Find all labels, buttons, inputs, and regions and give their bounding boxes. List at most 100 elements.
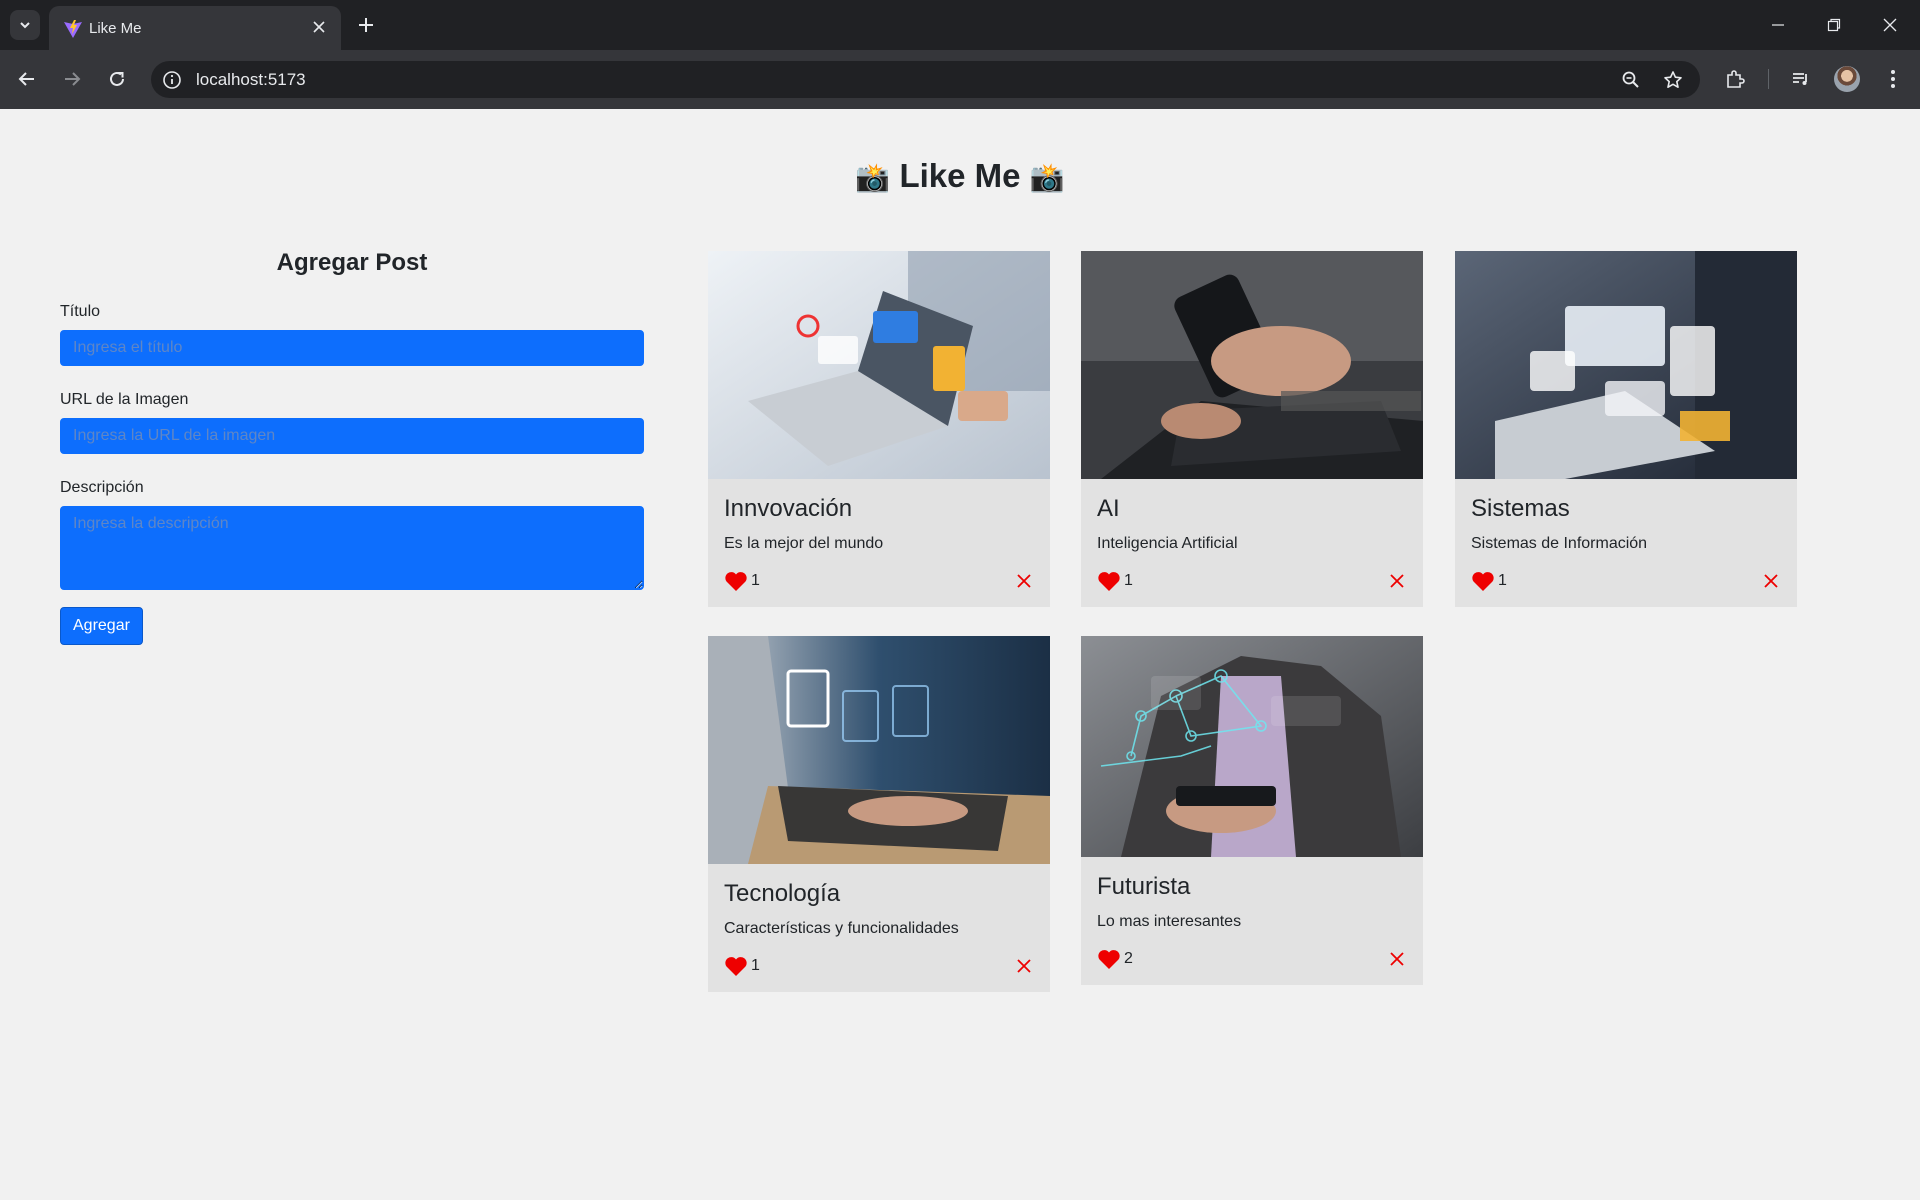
heart-icon[interactable] (724, 956, 748, 977)
zoom-button[interactable] (1619, 68, 1643, 92)
like-control: 1 (1097, 571, 1133, 592)
post-image (708, 251, 1050, 479)
close-icon (1764, 574, 1778, 588)
close-icon (1017, 574, 1031, 588)
post-title: AI (1097, 495, 1120, 522)
page-title: 📸 Like Me 📸 (0, 157, 1920, 195)
post-card-body: Sistemas Sistemas de Información 1 (1455, 479, 1797, 607)
reload-button[interactable] (100, 62, 134, 96)
plus-icon (359, 18, 373, 32)
browser-tab[interactable]: Like Me (49, 6, 341, 50)
add-post-form: Agregar Post Título URL de la Imagen Des… (60, 249, 644, 645)
like-control: 2 (1097, 949, 1133, 970)
close-icon (313, 21, 325, 33)
delete-post-button[interactable] (1761, 571, 1781, 591)
more-vertical-icon (1891, 70, 1895, 88)
camera-icon: 📸 (855, 162, 891, 193)
restore-button[interactable] (1806, 0, 1862, 50)
toolbar-separator (1768, 69, 1769, 89)
heart-icon[interactable] (1471, 571, 1495, 592)
post-description: Sistemas de Información (1471, 535, 1648, 552)
post-footer: 1 (724, 954, 1034, 978)
post-description: Características y funcionalidades (724, 920, 959, 937)
post-card: Tecnología Características y funcionalid… (708, 636, 1050, 992)
post-description: Lo mas interesantes (1097, 913, 1242, 930)
back-button[interactable] (10, 62, 44, 96)
media-controls-button[interactable] (1786, 64, 1816, 94)
post-footer: 2 (1097, 947, 1407, 971)
close-icon (1390, 574, 1404, 588)
post-image (708, 636, 1050, 864)
post-card: Innvovación Es la mejor del mundo 1 (708, 251, 1050, 607)
profile-avatar[interactable] (1834, 66, 1860, 92)
delete-post-button[interactable] (1014, 571, 1034, 591)
post-card: Futurista Lo mas interesantes 2 (1081, 636, 1423, 985)
post-footer: 1 (724, 569, 1034, 593)
post-card-body: Tecnología Características y funcionalid… (708, 864, 1050, 992)
zoom-icon (1622, 71, 1639, 88)
star-icon (1664, 71, 1682, 88)
like-count: 1 (1498, 572, 1507, 589)
like-count: 2 (1124, 950, 1133, 967)
close-icon (1390, 952, 1404, 966)
camera-icon: 📸 (1029, 162, 1065, 193)
reload-icon (110, 71, 124, 86)
image-url-input[interactable] (60, 418, 644, 454)
description-label: Descripción (60, 479, 144, 496)
minimize-icon (1772, 24, 1784, 26)
extensions-button[interactable] (1720, 64, 1750, 94)
post-title: Futurista (1097, 873, 1191, 900)
heart-icon[interactable] (724, 571, 748, 592)
new-tab-button[interactable] (352, 11, 380, 39)
browser-tab-strip: Like Me (0, 0, 1920, 50)
post-footer: 1 (1097, 569, 1407, 593)
forward-button[interactable] (55, 62, 89, 96)
title-input[interactable] (60, 330, 644, 366)
tab-title: Like Me (89, 20, 142, 37)
description-textarea[interactable] (60, 506, 644, 590)
title-label: Título (60, 303, 101, 320)
puzzle-icon (1727, 70, 1745, 88)
heart-icon[interactable] (1097, 571, 1121, 592)
post-image (1081, 636, 1423, 857)
arrow-right-icon (65, 72, 81, 86)
browser-menu-button[interactable] (1878, 64, 1908, 94)
close-window-button[interactable] (1862, 0, 1918, 50)
page-title-text: Like Me (899, 157, 1021, 194)
post-card-body: AI Inteligencia Artificial 1 (1081, 479, 1423, 607)
post-title: Innvovación (724, 495, 853, 522)
delete-post-button[interactable] (1014, 956, 1034, 976)
minimize-button[interactable] (1750, 0, 1806, 50)
restore-icon (1827, 18, 1841, 32)
heart-icon[interactable] (1097, 949, 1121, 970)
close-icon (1883, 18, 1897, 32)
form-heading: Agregar Post (276, 249, 428, 276)
arrow-left-icon (18, 72, 34, 86)
url-text[interactable]: localhost:5173 (196, 70, 306, 90)
address-bar[interactable]: localhost:5173 (151, 61, 1700, 98)
delete-post-button[interactable] (1387, 571, 1407, 591)
like-control: 1 (724, 956, 760, 977)
like-count: 1 (1124, 572, 1133, 589)
like-control: 1 (1471, 571, 1507, 592)
page-content: 📸 Like Me 📸 Agregar Post Título URL de l… (0, 109, 1920, 1200)
playlist-icon (1793, 73, 1807, 85)
bookmark-button[interactable] (1661, 68, 1685, 92)
post-card-body: Futurista Lo mas interesantes 2 (1081, 857, 1423, 985)
post-title: Tecnología (724, 880, 841, 907)
add-post-button[interactable]: Agregar (60, 607, 143, 645)
post-card: AI Inteligencia Artificial 1 (1081, 251, 1423, 607)
tab-search-button[interactable] (10, 10, 40, 40)
like-count: 1 (751, 957, 760, 974)
post-description: Inteligencia Artificial (1097, 535, 1238, 552)
post-footer: 1 (1471, 569, 1781, 593)
info-icon[interactable] (161, 69, 183, 91)
like-control: 1 (724, 571, 760, 592)
post-card: Sistemas Sistemas de Información 1 (1455, 251, 1797, 607)
tab-close-button[interactable] (309, 17, 329, 37)
post-card-body: Innvovación Es la mejor del mundo 1 (708, 479, 1050, 607)
chevron-down-icon (20, 22, 30, 29)
like-count: 1 (751, 572, 760, 589)
delete-post-button[interactable] (1387, 949, 1407, 969)
image-url-label: URL de la Imagen (60, 391, 189, 408)
